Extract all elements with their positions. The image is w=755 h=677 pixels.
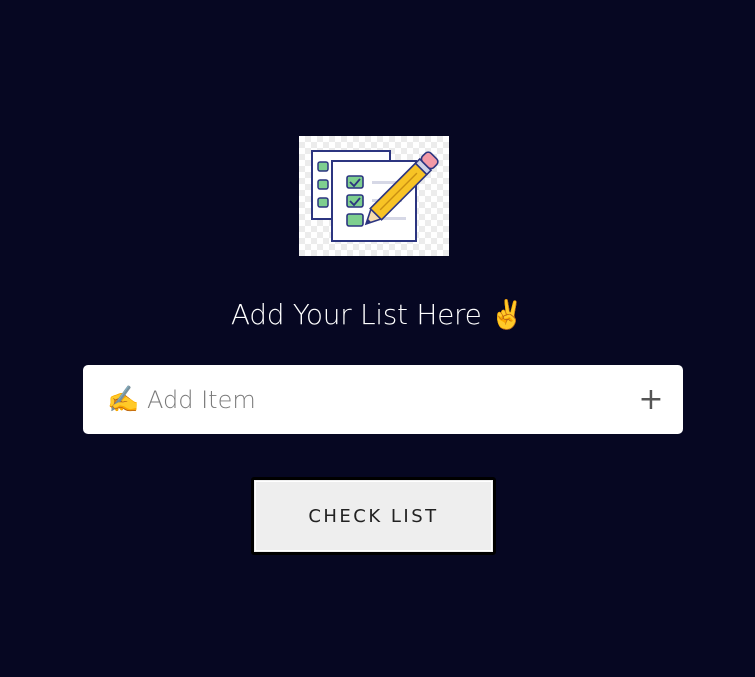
check-list-button[interactable]: CHECK LIST — [251, 477, 496, 555]
add-item-button[interactable]: + — [633, 382, 669, 418]
checklist-pencil-icon — [299, 136, 449, 256]
page-title: Add Your List Here ✌️ — [0, 293, 755, 337]
add-item-box: ✍️ + — [83, 365, 683, 434]
victory-hand-icon: ✌️ — [489, 298, 525, 331]
writing-hand-icon: ✍️ — [107, 384, 140, 414]
add-item-input[interactable] — [147, 377, 617, 422]
page-title-text: Add Your List Here — [230, 298, 482, 331]
